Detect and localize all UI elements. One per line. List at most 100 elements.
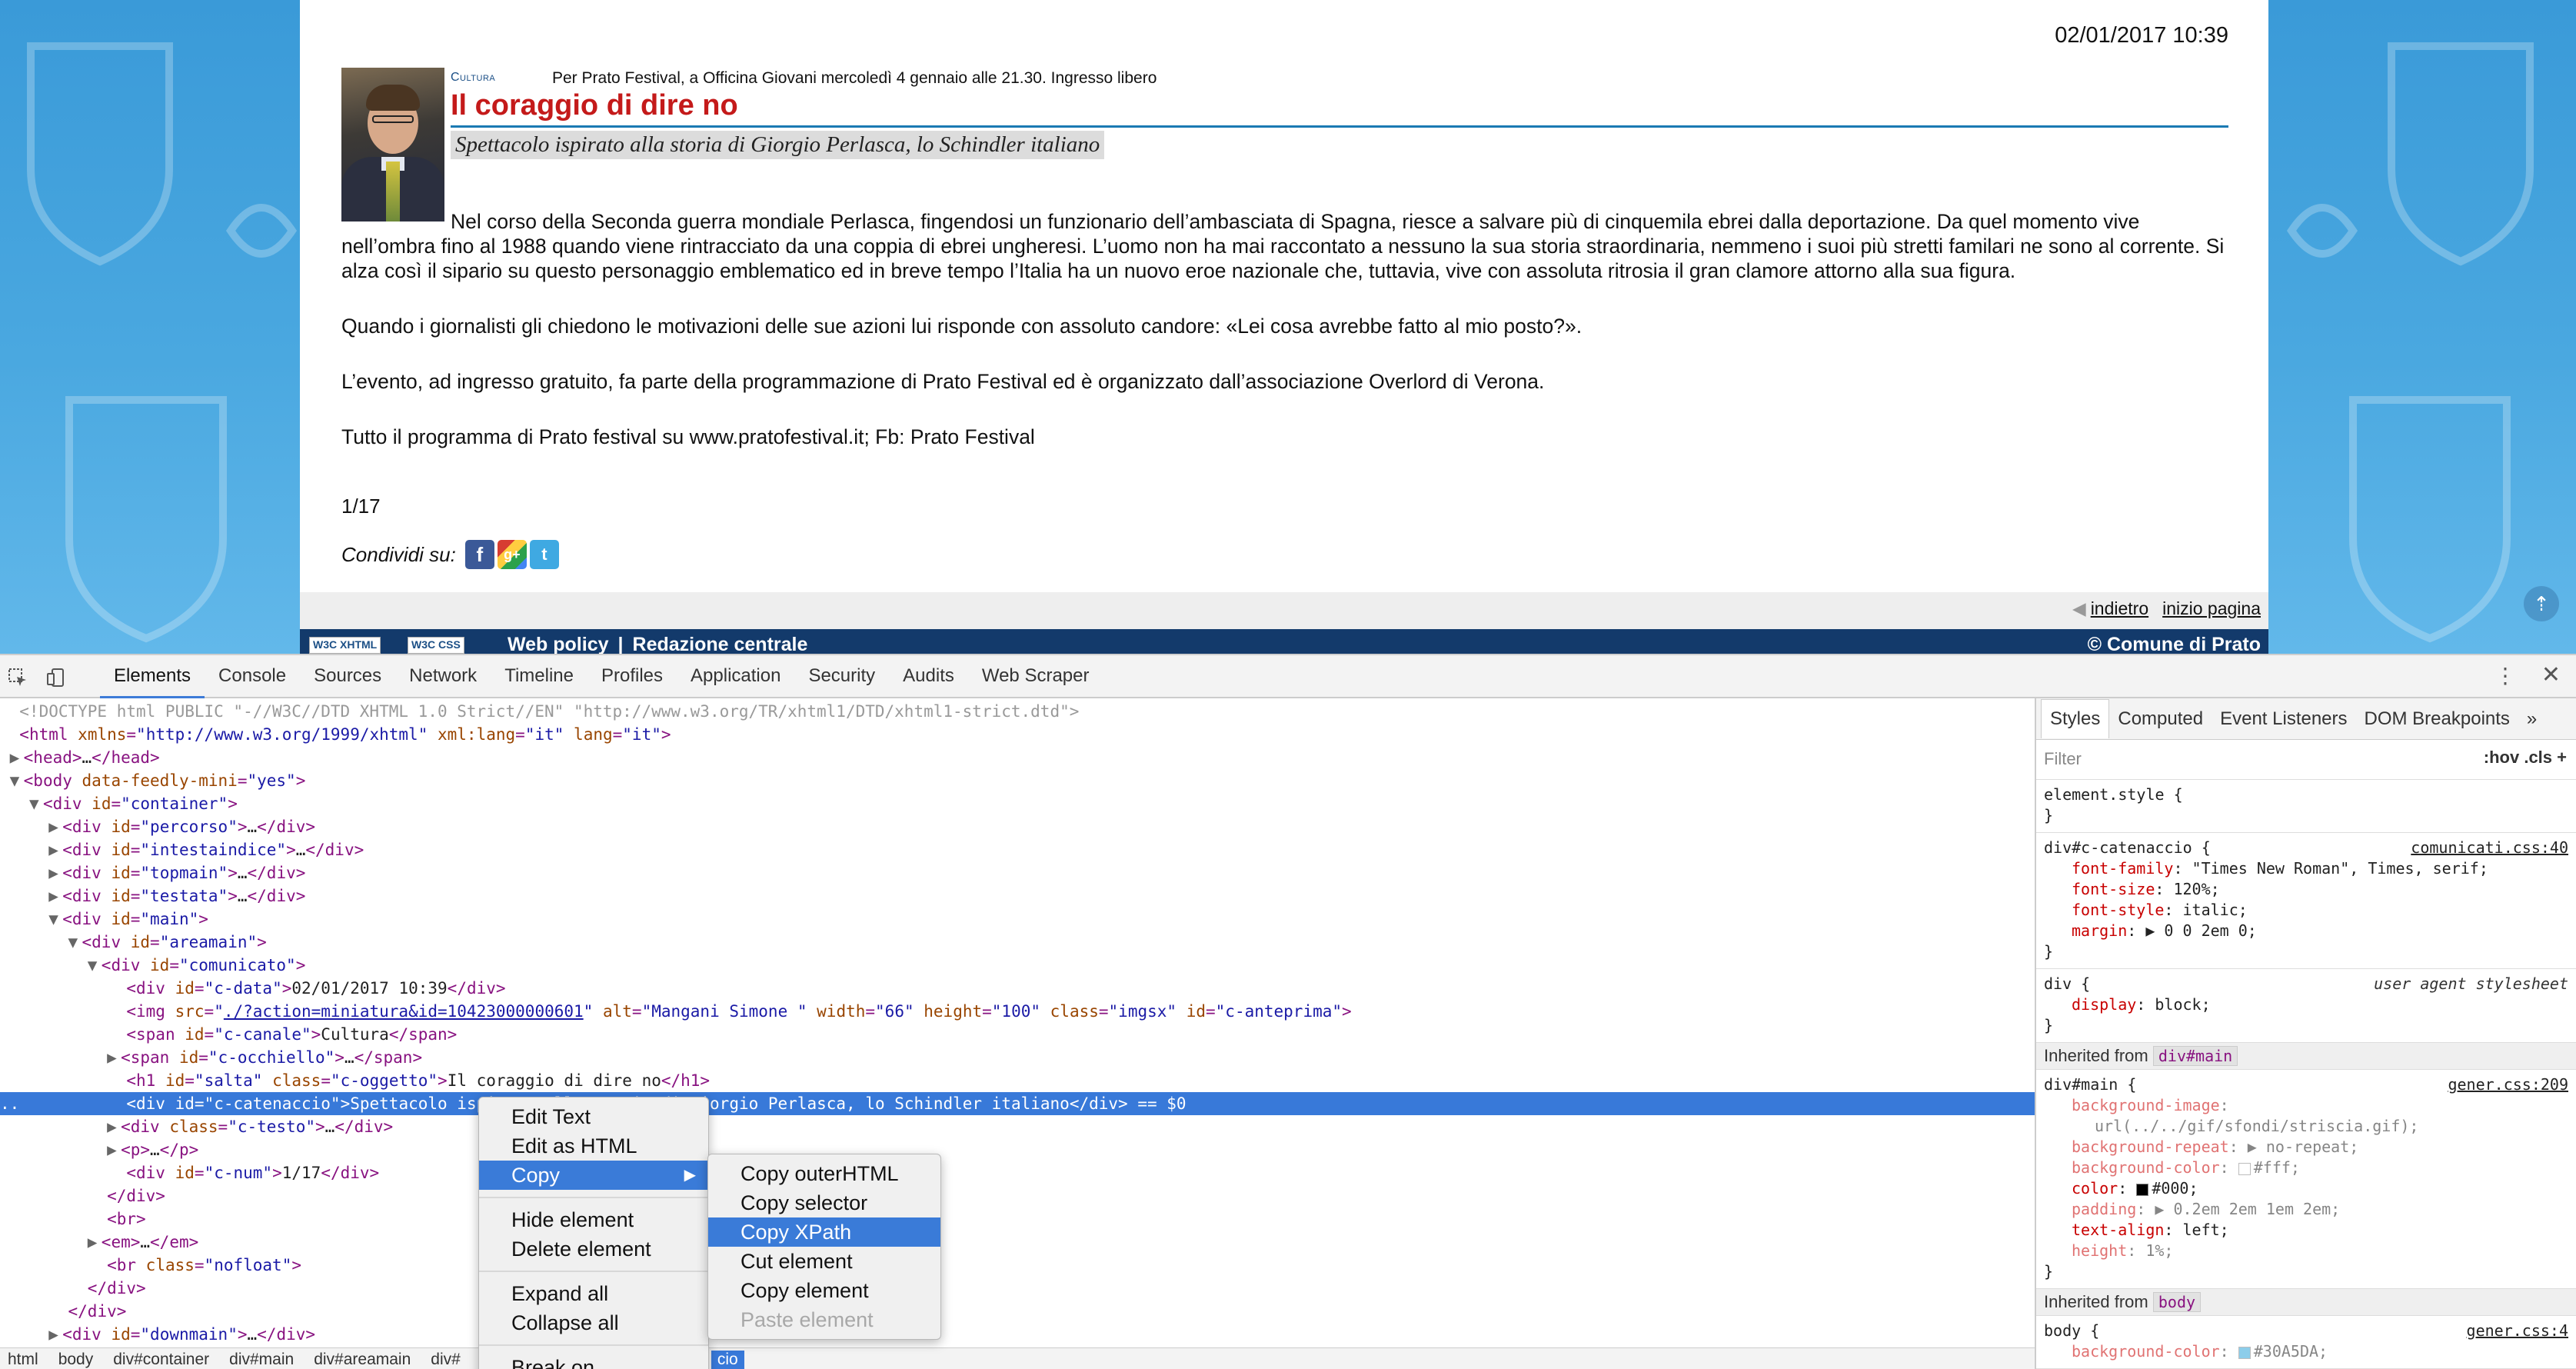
css-prop[interactable]: background-repeat: ▶ no-repeat; [2044,1137,2568,1157]
dom-node[interactable]: <div id="c-num">1/17</div> [0,1161,2035,1184]
breadcrumb-item[interactable]: div# [431,1351,461,1369]
redazione-link[interactable]: Redazione centrale [633,634,808,654]
dom-node[interactable]: ▶ <div class="c-testo">…</div> [0,1115,2035,1138]
filter-toggles[interactable]: :hov .cls + [2484,748,2567,768]
dom-node[interactable]: ▶ <div id="topmain">…</div> [0,861,2035,884]
back-link[interactable]: indietro [2091,598,2148,619]
menu-item-edit-text[interactable]: Edit Text [479,1102,708,1131]
tabs-overflow-icon[interactable]: » [2518,699,2545,739]
top-link[interactable]: inizio pagina [2162,598,2261,619]
dom-node[interactable]: <img src="./?action=miniatura&id=1042300… [0,1000,2035,1023]
tab-styles[interactable]: Styles [2041,699,2110,738]
more-options-icon[interactable]: ⋮ [2494,663,2516,688]
dom-node[interactable]: <html xmlns="http://www.w3.org/1999/xhtm… [0,723,2035,746]
css-prop[interactable]: color: #000; [2044,1178,2568,1199]
device-toolbar-icon[interactable] [45,666,68,689]
menu-item-copy-outerhtml[interactable]: Copy outerHTML [708,1159,940,1188]
dom-node[interactable]: </div> [0,1184,2035,1207]
menu-item-cut-element[interactable]: Cut element [708,1247,940,1276]
dom-node[interactable]: ▶ <div id="testata">…</div> [0,884,2035,908]
breadcrumb-item[interactable]: div#areamain [314,1351,411,1369]
menu-item-copy-selector[interactable]: Copy selector [708,1188,940,1217]
dom-node[interactable]: </div> [0,1300,2035,1323]
color-swatch[interactable] [2238,1346,2251,1359]
dom-node[interactable]: ▶ <div id="intestaindice">…</div> [0,838,2035,861]
rule-source-link[interactable]: gener.css:209 [2448,1074,2568,1095]
dom-node[interactable]: ▼ <div id="main"> [0,908,2035,931]
dom-node[interactable]: <br class="nofloat"> [0,1254,2035,1277]
tab-audits[interactable]: Audits [889,655,968,698]
breadcrumb-item[interactable]: body [58,1351,94,1369]
menu-item-collapse-all[interactable]: Collapse all [479,1308,708,1337]
css-prop[interactable]: font-size: 120%; [2044,879,2568,900]
css-rule-catenaccio[interactable]: comunicati.css:40 div#c-catenaccio { fon… [2036,833,2576,969]
tab-profiles[interactable]: Profiles [587,655,677,698]
color-swatch[interactable] [2238,1162,2251,1175]
color-swatch[interactable] [2136,1183,2149,1196]
css-prop[interactable]: height: 1%; [2044,1241,2568,1261]
menu-item-expand-all[interactable]: Expand all [479,1279,708,1308]
web-policy-link[interactable]: Web policy [508,634,609,654]
menu-item-edit-as-html[interactable]: Edit as HTML [479,1131,708,1161]
css-prop[interactable]: background-color: #fff; [2044,1157,2568,1178]
inherited-selector-chip[interactable]: body [2152,1292,2202,1312]
twitter-icon[interactable]: t [529,540,559,569]
close-icon[interactable]: ✕ [2541,661,2561,688]
facebook-icon[interactable]: f [464,540,494,569]
css-rule-main[interactable]: gener.css:209 div#main { background-imag… [2036,1070,2576,1289]
tab-sources[interactable]: Sources [300,655,395,698]
scroll-top-icon[interactable]: ⇡ [2524,586,2559,621]
dom-node[interactable]: ▶ <head>…</head> [0,746,2035,769]
dom-node[interactable]: ▶ <div id="downmain">…</div> [0,1323,2035,1346]
css-prop[interactable]: text-align: left; [2044,1220,2568,1241]
dom-node[interactable]: <div id="c-data">02/01/2017 10:39</div> [0,977,2035,1000]
tab-elements[interactable]: Elements [100,655,205,698]
dom-node[interactable]: ▼ <body data-feedly-mini="yes"> [0,769,2035,792]
css-prop[interactable]: font-family: "Times New Roman", Times, s… [2044,858,2568,879]
tab-network[interactable]: Network [395,655,491,698]
tab-application[interactable]: Application [677,655,794,698]
dom-node[interactable]: ▼ <div id="comunicato"> [0,954,2035,977]
dom-node-selected[interactable]: .. <div id="c-catenaccio">Spettacolo isp… [0,1092,2035,1115]
dom-node[interactable]: ▼ <div id="container"> [0,792,2035,815]
dom-node[interactable]: ▶ <span id="c-occhiello">…</span> [0,1046,2035,1069]
breadcrumb-item[interactable]: div#container [113,1351,209,1369]
css-rule-body[interactable]: gener.css:4 body { background-color: #30… [2036,1316,2576,1369]
css-prop[interactable]: display: block; [2044,994,2568,1015]
dom-node[interactable]: <br> [0,1207,2035,1231]
tab-console[interactable]: Console [205,655,300,698]
menu-item-delete-element[interactable]: Delete element [479,1234,708,1264]
breadcrumb-item[interactable]: html [8,1351,38,1369]
tab-timeline[interactable]: Timeline [491,655,587,698]
tab-dom-breakpoints[interactable]: DOM Breakpoints [2356,699,2518,739]
w3c-css-badge[interactable]: W3C CSS [408,637,464,654]
inspect-element-icon[interactable] [6,666,29,689]
css-prop[interactable]: margin: ▶ 0 0 2em 0; [2044,921,2568,941]
rule-source-link[interactable]: gener.css:4 [2467,1321,2568,1341]
css-prop[interactable]: padding: ▶ 0.2em 2em 1em 2em; [2044,1199,2568,1220]
css-prop[interactable]: background-color: #30A5DA; [2044,1341,2568,1362]
tab-computed[interactable]: Computed [2109,699,2212,739]
tab-web-scraper[interactable]: Web Scraper [968,655,1103,698]
dom-node[interactable]: </div> [0,1277,2035,1300]
element-style-rule[interactable]: element.style { } [2036,780,2576,833]
rule-source-link[interactable]: comunicati.css:40 [2411,838,2568,858]
dom-node[interactable]: <span id="c-canale">Cultura</span> [0,1023,2035,1046]
dom-node[interactable]: ▼ <div id="areamain"> [0,931,2035,954]
menu-item-break-on[interactable]: Break on... [479,1353,708,1369]
breadcrumb-item-selected[interactable]: cio [711,1350,744,1369]
google-plus-icon[interactable]: g+ [497,540,527,569]
dom-node[interactable]: ▶ <p>…</p> [0,1138,2035,1161]
css-prop-continued[interactable]: url(../../gif/sfondi/striscia.gif); [2044,1116,2568,1137]
css-prop[interactable]: background-image: [2044,1095,2568,1116]
menu-item-copy-element[interactable]: Copy element [708,1276,940,1305]
w3c-xhtml-badge[interactable]: W3C XHTML [309,637,381,654]
styles-filter[interactable]: Filter :hov .cls + [2036,740,2576,780]
inherited-selector-chip[interactable]: div#main [2152,1046,2238,1066]
dom-node[interactable]: <!DOCTYPE html PUBLIC "-//W3C//DTD XHTML… [0,700,2035,723]
css-prop[interactable]: font-style: italic; [2044,900,2568,921]
tab-security[interactable]: Security [794,655,889,698]
dom-node[interactable]: <h1 id="salta" class="c-oggetto">Il cora… [0,1069,2035,1092]
menu-item-hide-element[interactable]: Hide element [479,1205,708,1234]
breadcrumb-item[interactable]: div#main [229,1351,294,1369]
